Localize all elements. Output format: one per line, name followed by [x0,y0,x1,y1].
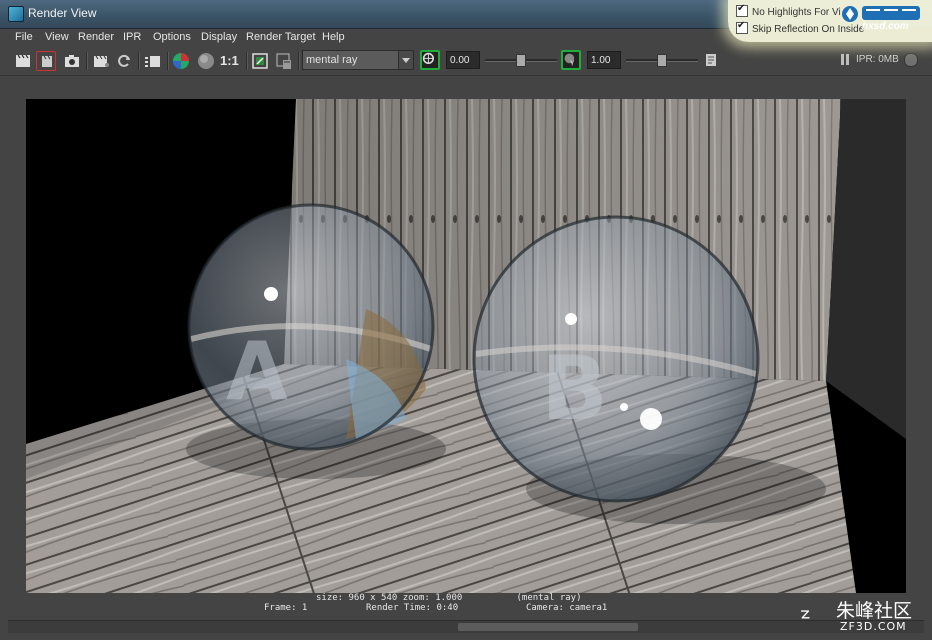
hxsd-watermark-logo: hxsd.com [840,3,926,35]
option-no-highlights[interactable]: No Highlights For Vi [736,3,841,18]
toolbar-separator [86,52,88,70]
window-title: Render View [28,6,97,20]
renderer-selected-value: mental ray [306,54,358,66]
gamma-field[interactable]: 1.00 [587,51,621,69]
hxsd-watermark-text: hxsd.com [862,21,909,32]
svg-text:γ: γ [570,58,574,66]
toolbar-separator [298,52,300,70]
checkbox-checked-icon[interactable] [736,3,748,17]
hud-size-zoom: size: 960 x 540 zoom: 1.000 (mental ray) [316,593,582,603]
ipr-status-indicator[interactable] [904,53,918,67]
refresh-icon[interactable] [114,51,134,71]
watermark-domain-text: ZF3D.COM [840,620,907,633]
gamma-icon[interactable]: γ [561,50,581,70]
render-sequence-icon[interactable] [143,51,163,71]
exposure-icon[interactable] [420,50,440,70]
display-settings-icon[interactable] [702,50,722,70]
rendered-image[interactable]: A B [26,99,906,593]
remove-image-icon[interactable] [274,51,294,71]
toolbar-separator [167,52,169,70]
menu-file[interactable]: File [15,31,33,43]
one-to-one-button[interactable]: 1:1 [220,51,242,71]
keep-image-icon[interactable] [250,51,270,71]
svg-text:B: B [541,337,608,440]
glass-sphere-a: A [187,203,435,451]
ipr-memory-label: IPR: 0MB [856,54,899,65]
exposure-slider-handle[interactable] [516,54,526,67]
menu-render[interactable]: Render [78,31,114,43]
scrollbar-thumb[interactable] [458,623,638,631]
watermark-chinese-text: 朱峰社区 [836,600,913,622]
hud-frame: Frame: 1 [264,603,308,613]
menu-render-target[interactable]: Render Target [246,31,316,43]
toolbar-separator [138,52,140,70]
hud-camera: Camera: camera1 [526,603,608,613]
ipr-render-icon[interactable] [91,51,111,71]
chevron-down-icon [398,51,413,69]
alpha-channel-icon[interactable] [196,51,216,71]
renderer-dropdown[interactable]: mental ray [302,50,414,70]
pause-icon[interactable] [840,54,850,65]
horizontal-scrollbar[interactable] [8,620,924,633]
menu-display[interactable]: Display [201,31,237,43]
gamma-slider-handle[interactable] [657,54,667,67]
rgb-channels-icon[interactable] [171,51,191,71]
snapshot-icon[interactable] [62,51,82,71]
zf3d-watermark-logo: 朱峰社区 ZF3D.COM [800,596,928,636]
render-frame-icon[interactable] [13,51,33,71]
option-label: No Highlights For Vi [752,7,841,18]
render-info-hud: size: 960 x 540 zoom: 1.000 (mental ray)… [26,593,906,613]
rendered-scene: A B [26,99,906,593]
render-region-icon[interactable] [36,51,56,71]
checkbox-checked-icon[interactable] [736,20,748,34]
menu-help[interactable]: Help [322,31,345,43]
exposure-field[interactable]: 0.00 [446,51,480,69]
maya-app-icon [8,6,24,22]
svg-text:A: A [226,325,288,418]
toolbar-separator [246,52,248,70]
glass-sphere-b: B [472,215,760,503]
hud-render-time: Render Time: 0:40 [366,603,459,613]
menu-ipr[interactable]: IPR [123,31,141,43]
menu-options[interactable]: Options [153,31,191,43]
menu-view[interactable]: View [45,31,69,43]
